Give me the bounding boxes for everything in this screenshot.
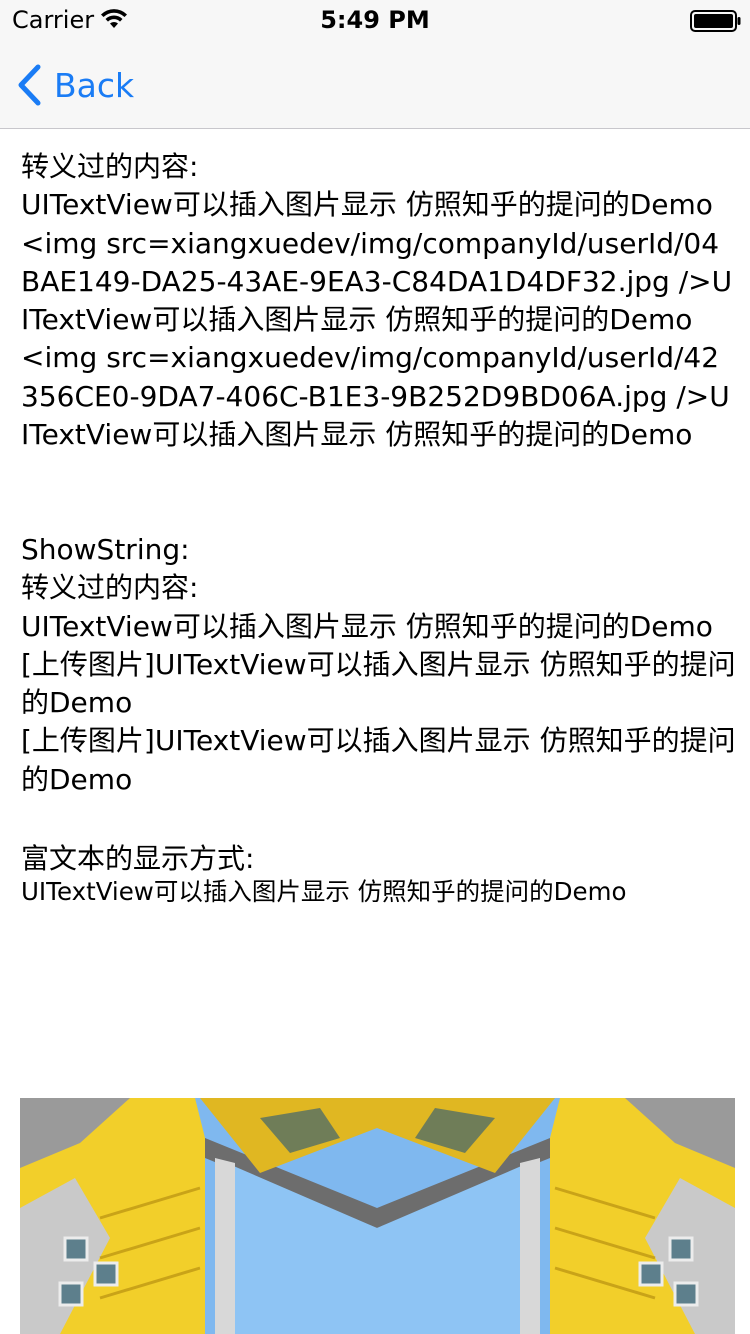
rich-text-line: UITextView可以插入图片显示 仿照知乎的提问的Demo — [21, 877, 627, 907]
chevron-left-icon — [18, 64, 41, 106]
back-label: Back — [54, 65, 135, 105]
escaped-content-text: 转义过的内容: UITextView可以插入图片显示 仿照知乎的提问的Demo … — [21, 150, 733, 452]
building-photo-image — [20, 1098, 735, 1334]
inserted-image — [20, 1098, 735, 1334]
show-string-text: ShowString: 转义过的内容: UITextView可以插入图片显示 仿… — [21, 532, 736, 796]
battery-icon — [690, 10, 741, 32]
rich-text-title: 富文本的显示方式: — [21, 842, 255, 876]
back-button[interactable]: Back — [14, 62, 134, 108]
navigation-bar: Back — [0, 40, 750, 129]
text-view-content[interactable]: 转义过的内容: UITextView可以插入图片显示 仿照知乎的提问的Demo … — [21, 148, 736, 906]
status-bar: Carrier 5:49 PM — [0, 0, 750, 40]
status-time: 5:49 PM — [320, 6, 430, 34]
